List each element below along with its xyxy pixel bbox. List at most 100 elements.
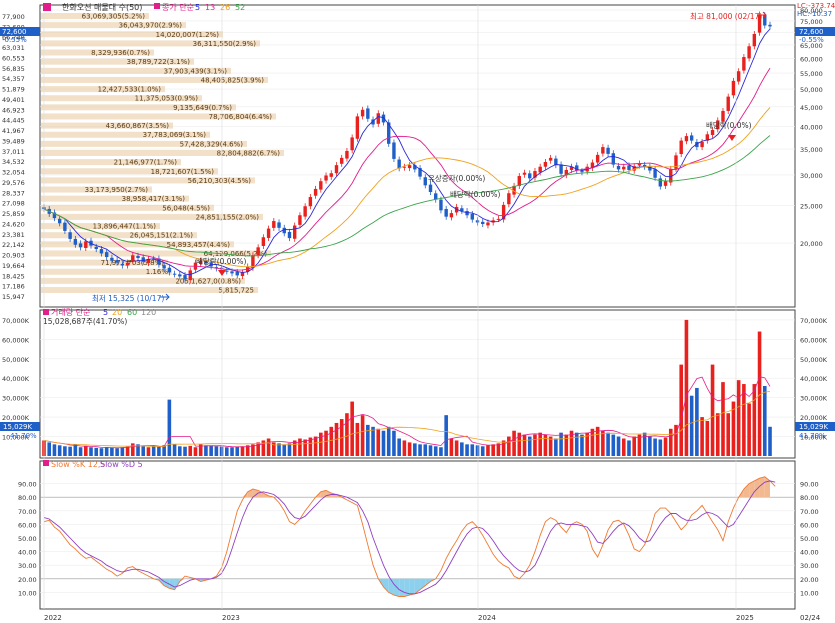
volume-profile-label: 33,173,950(2.7%) (85, 186, 149, 194)
chart-window: 63,069,305(5.2%) 36,043,970(2.9%) 14,020,0… (0, 0, 835, 623)
volume-profile-label: 56,048(4.5%) (162, 204, 210, 212)
volume-profile-label: 36,043,970(2.9%) (119, 22, 183, 30)
candle-body (225, 270, 229, 272)
volume-legend-icon[interactable] (43, 309, 49, 315)
ma-legend-icon[interactable] (154, 3, 160, 9)
candle-body (548, 157, 553, 161)
volume-profile-label: 78,706,804(6.4%) (209, 113, 273, 121)
volume-profile-label: 8,329,936(0.7%) (91, 49, 150, 57)
price-axis-left-label: 51,879 (2, 86, 25, 94)
price-axis-right-label: 40,000 (800, 124, 823, 132)
price-axis-right-label: 20,000 (800, 240, 823, 248)
ma-legend-5: 5 (195, 3, 200, 12)
stoch-axis-left-label: 90.00 (18, 481, 37, 489)
candle-body (324, 175, 328, 181)
volume-profile-label: 63,069,305(5.2%) (82, 13, 146, 21)
volume-bar (313, 436, 318, 456)
volume-bar (282, 444, 287, 456)
volume-bar (392, 430, 396, 456)
volume-bar (460, 442, 464, 456)
stoch-legend-icon[interactable] (43, 460, 49, 466)
volume-axis-right-label: 30,000K (800, 395, 828, 403)
candle-body (188, 270, 192, 281)
volume-bar (188, 445, 193, 456)
volume-bar (580, 434, 584, 456)
stoch-axis-right-label: 30.00 (800, 562, 819, 570)
volume-profile-label: 56,210,303(4.5%) (188, 177, 252, 185)
candle-body (768, 24, 772, 27)
volume-bar (439, 447, 443, 456)
volume-profile-label: 26,045,151(2.1%) (130, 232, 194, 240)
volume-legend-5: 5 (103, 308, 108, 317)
volume-bar (204, 445, 208, 456)
price-axis-left-label: 37,011 (2, 148, 25, 156)
volume-axis-left-label: 40,000K (2, 375, 30, 383)
volume-axis-left-label: 30,000K (2, 395, 30, 403)
stoch-axis-left-label: 40.00 (18, 549, 37, 557)
candle-body (397, 159, 401, 169)
candle-body (726, 96, 730, 111)
volume-bar (303, 439, 307, 456)
top-right-hc: HC:-10.37 (797, 10, 832, 18)
volume-bar (564, 434, 569, 456)
price-axis-right-label: 25,000 (800, 203, 823, 211)
volume-axis-right-label: 40,000K (800, 375, 828, 383)
candle-body (444, 208, 448, 217)
volume-last-left: 15,029K (3, 423, 32, 431)
volume-bar (418, 444, 422, 456)
volume-bar (705, 421, 710, 456)
candle-body (235, 272, 239, 276)
volume-bar (125, 446, 130, 456)
volume-bar (298, 438, 302, 456)
stoch-axis-right-label: 10.00 (800, 589, 819, 597)
volume-bar (240, 446, 245, 456)
volume-bar (533, 434, 537, 456)
candle-body (731, 80, 736, 96)
volume-bar (710, 364, 715, 456)
volume-profile-label: 5,815,725 (218, 287, 254, 295)
price-axis-left-label: 24,620 (2, 220, 25, 228)
volume-profile-label: 14,020,007(1.2%) (156, 31, 220, 39)
candle-body (110, 257, 114, 261)
volume-bar (736, 380, 741, 456)
price-axis-right-label: 45,000 (800, 104, 823, 112)
volume-bar (193, 447, 198, 456)
volume-profile-label: 38,958,417(3.1%) (122, 195, 186, 203)
volume-profile-label: 21,146,977(1.7%) (114, 159, 178, 167)
volume-bar (454, 440, 459, 456)
volume-bar (209, 445, 213, 456)
candle-body (287, 231, 292, 239)
price-axis-left-label: 39,489 (2, 137, 25, 145)
ma-legend-52: 52 (235, 3, 245, 12)
stoch-label-d: Slow %D 5 (100, 460, 143, 469)
volume-bar (225, 447, 229, 456)
candle-body (658, 178, 663, 187)
price-axis-left-label: 18,425 (2, 272, 25, 280)
stoch-axis-left-label: 60.00 (18, 521, 37, 529)
candle-body (428, 184, 433, 193)
candle-body (115, 260, 119, 263)
candle-body (580, 171, 584, 173)
candle-body (94, 246, 98, 250)
volume-bar (480, 446, 485, 456)
candle-body (481, 221, 485, 225)
candle-body (449, 213, 454, 218)
volume-bar (768, 426, 772, 456)
candle-body (334, 165, 339, 174)
volume-axis-left-label: 20,000K (2, 414, 30, 422)
candle-body (475, 220, 480, 223)
price-axis-left-label: 32,054 (2, 169, 25, 177)
volume-bar (177, 446, 182, 456)
volume-last-right: 15,029K (799, 423, 828, 431)
header-icon[interactable] (43, 3, 51, 11)
volume-axis-right-label: 60,000K (800, 336, 828, 344)
volume-bar (329, 426, 334, 456)
volume-profile-label: 24,851,155(2.0%) (196, 213, 260, 221)
volume-bar (214, 446, 219, 456)
volume-last-pct-left: 41.70% (10, 432, 37, 440)
volume-bar (78, 447, 83, 456)
volume-bar (475, 445, 480, 456)
candle-body (162, 265, 166, 269)
price-axis-left-label: 41,967 (2, 127, 25, 135)
volume-bar (632, 436, 637, 456)
